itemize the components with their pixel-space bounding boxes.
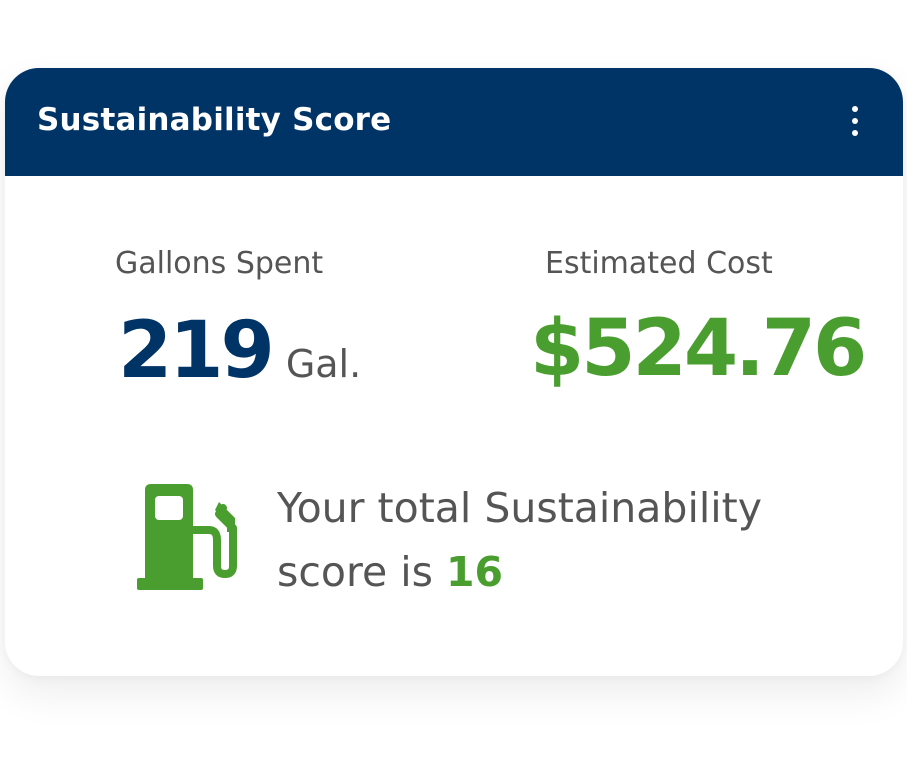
fuel-pump-icon [137, 484, 237, 590]
card-title: Sustainability Score [37, 102, 392, 138]
sustainability-score-value: 16 [446, 548, 504, 596]
gallons-unit: Gal. [285, 342, 362, 386]
more-options-button[interactable] [843, 106, 867, 136]
gallons-spent-value-row: 219 Gal. [118, 306, 361, 396]
estimated-cost-label: Estimated Cost [545, 246, 773, 281]
gallons-spent-metric: Gallons Spent [113, 246, 363, 281]
card-header: Sustainability Score [5, 68, 903, 176]
estimated-cost-metric: Estimated Cost [525, 246, 865, 281]
more-vertical-icon [852, 106, 858, 112]
more-vertical-icon-dot [852, 118, 858, 124]
estimated-cost-value: $524.76 [530, 304, 867, 394]
more-vertical-icon-dot [852, 130, 858, 136]
sustainability-score-card: Sustainability Score Gallons Spent 219 Ga… [5, 68, 903, 676]
score-message-text: Your total Sustainability score is [277, 484, 762, 596]
gallons-spent-label: Gallons Spent [115, 246, 324, 281]
sustainability-score-message: Your total Sustainability score is 16 [277, 476, 837, 604]
gallons-spent-value: 219 [118, 306, 275, 396]
